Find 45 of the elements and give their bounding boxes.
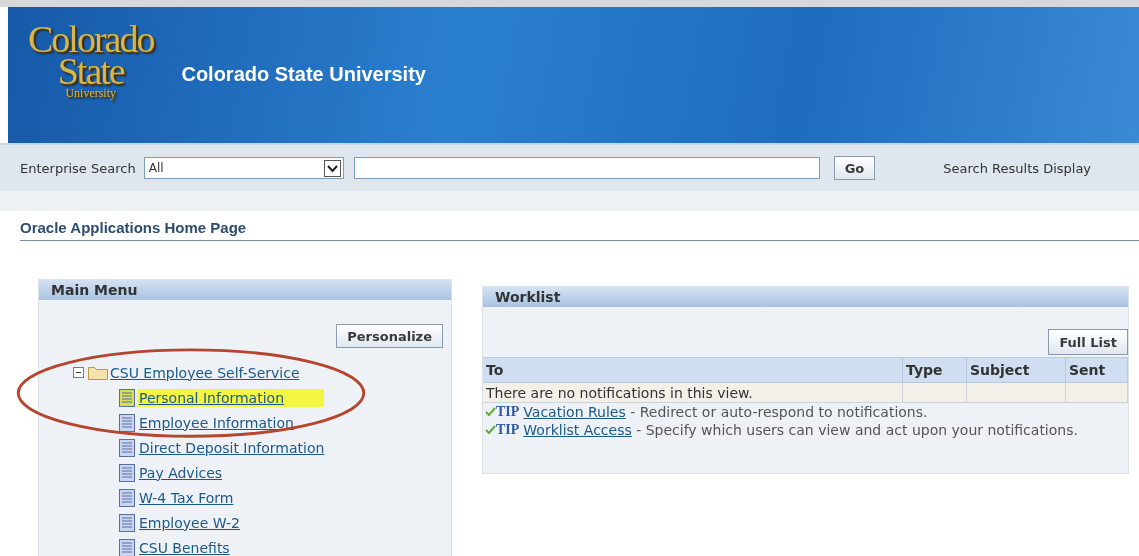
document-icon xyxy=(119,488,135,507)
search-field[interactable] xyxy=(353,157,820,179)
folder-icon xyxy=(88,365,108,380)
menu-link[interactable]: Pay Advices xyxy=(137,463,263,482)
tip-text: - Redirect or auto-respond to notifications. xyxy=(629,404,928,420)
dropdown-caret-icon[interactable] xyxy=(323,159,341,177)
column-header: To xyxy=(483,357,903,383)
menu-link[interactable]: Direct Deposit Information xyxy=(137,438,365,457)
column-header: Sent xyxy=(1066,357,1128,383)
check-icon xyxy=(485,425,496,435)
column-header: Subject xyxy=(967,357,1066,383)
document-icon xyxy=(119,438,135,457)
document-icon xyxy=(119,413,135,432)
menu-link[interactable]: Personal Information xyxy=(137,388,324,407)
document-icon xyxy=(119,538,135,556)
menu-link[interactable]: Employee Information xyxy=(137,413,334,432)
document-icon xyxy=(119,513,135,532)
page-title: Oracle Applications Home Page xyxy=(20,211,1139,241)
table-cell: There are no notifications in this view. xyxy=(483,383,903,403)
scope-dropdown[interactable]: All xyxy=(143,157,344,179)
menu-link[interactable]: CSU Employee Self-Service xyxy=(110,363,300,382)
column-header: Type xyxy=(903,357,967,383)
table-cell xyxy=(1066,383,1128,403)
collapse-icon[interactable] xyxy=(73,367,84,378)
document-icon xyxy=(119,388,135,407)
menu-link[interactable]: Employee W-2 xyxy=(137,513,281,532)
document-icon xyxy=(119,463,135,482)
tip-label: TIP xyxy=(496,404,520,420)
table-cell xyxy=(903,383,967,403)
search-label: Enterprise Search xyxy=(20,160,136,176)
panel-title: Main Menu xyxy=(39,280,451,300)
tip-text: - Specify which users can view and act upon your notifications. xyxy=(635,422,1078,438)
tip-label: TIP xyxy=(496,422,520,438)
menu-link[interactable]: CSU Benefits xyxy=(137,538,270,556)
tip-link[interactable]: Worklist Access xyxy=(523,422,632,438)
tip-link[interactable]: Vacation Rules xyxy=(523,404,626,420)
personalize-button[interactable]: Personalize xyxy=(336,324,443,348)
panel-title: Worklist xyxy=(483,287,1128,307)
search-results-label: Search Results Display xyxy=(943,160,1092,176)
check-icon xyxy=(485,407,496,417)
menu-link[interactable]: W-4 Tax Form xyxy=(137,488,274,507)
university-logo: Colorado State University xyxy=(28,23,154,98)
full-list-button[interactable]: Full List xyxy=(1048,329,1128,355)
site-title: Colorado State University xyxy=(181,63,426,86)
go-button[interactable]: Go xyxy=(833,156,876,180)
